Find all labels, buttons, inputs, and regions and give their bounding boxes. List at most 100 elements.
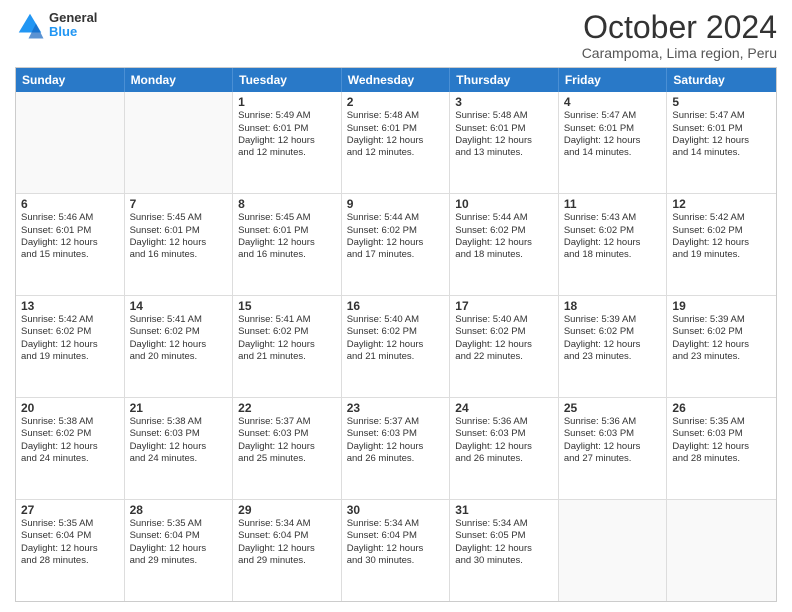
calendar-cell: 6Sunrise: 5:46 AM Sunset: 6:01 PM Daylig… [16,194,125,295]
calendar-week-5: 27Sunrise: 5:35 AM Sunset: 6:04 PM Dayli… [16,500,776,601]
header-day-friday: Friday [559,68,668,92]
calendar-cell [559,500,668,601]
calendar-cell: 29Sunrise: 5:34 AM Sunset: 6:04 PM Dayli… [233,500,342,601]
day-number: 16 [347,299,445,313]
cell-info: Sunrise: 5:40 AM Sunset: 6:02 PM Dayligh… [455,314,553,363]
calendar-cell: 3Sunrise: 5:48 AM Sunset: 6:01 PM Daylig… [450,92,559,193]
day-number: 15 [238,299,336,313]
calendar-header: SundayMondayTuesdayWednesdayThursdayFrid… [16,68,776,92]
day-number: 11 [564,197,662,211]
day-number: 1 [238,95,336,109]
calendar-cell [667,500,776,601]
day-number: 19 [672,299,771,313]
header-day-thursday: Thursday [450,68,559,92]
calendar-cell: 12Sunrise: 5:42 AM Sunset: 6:02 PM Dayli… [667,194,776,295]
day-number: 27 [21,503,119,517]
calendar-cell: 13Sunrise: 5:42 AM Sunset: 6:02 PM Dayli… [16,296,125,397]
day-number: 25 [564,401,662,415]
cell-info: Sunrise: 5:48 AM Sunset: 6:01 PM Dayligh… [347,110,445,159]
day-number: 24 [455,401,553,415]
calendar-week-2: 6Sunrise: 5:46 AM Sunset: 6:01 PM Daylig… [16,194,776,296]
location-subtitle: Carampoma, Lima region, Peru [582,45,777,61]
cell-info: Sunrise: 5:38 AM Sunset: 6:02 PM Dayligh… [21,416,119,465]
calendar-cell: 27Sunrise: 5:35 AM Sunset: 6:04 PM Dayli… [16,500,125,601]
day-number: 9 [347,197,445,211]
cell-info: Sunrise: 5:36 AM Sunset: 6:03 PM Dayligh… [564,416,662,465]
cell-info: Sunrise: 5:48 AM Sunset: 6:01 PM Dayligh… [455,110,553,159]
cell-info: Sunrise: 5:38 AM Sunset: 6:03 PM Dayligh… [130,416,228,465]
header-day-monday: Monday [125,68,234,92]
cell-info: Sunrise: 5:46 AM Sunset: 6:01 PM Dayligh… [21,212,119,261]
calendar-cell: 24Sunrise: 5:36 AM Sunset: 6:03 PM Dayli… [450,398,559,499]
month-title: October 2024 [582,10,777,45]
calendar-cell: 4Sunrise: 5:47 AM Sunset: 6:01 PM Daylig… [559,92,668,193]
cell-info: Sunrise: 5:47 AM Sunset: 6:01 PM Dayligh… [672,110,771,159]
header-day-saturday: Saturday [667,68,776,92]
cell-info: Sunrise: 5:44 AM Sunset: 6:02 PM Dayligh… [347,212,445,261]
cell-info: Sunrise: 5:45 AM Sunset: 6:01 PM Dayligh… [238,212,336,261]
calendar-cell: 9Sunrise: 5:44 AM Sunset: 6:02 PM Daylig… [342,194,451,295]
calendar-cell: 23Sunrise: 5:37 AM Sunset: 6:03 PM Dayli… [342,398,451,499]
cell-info: Sunrise: 5:49 AM Sunset: 6:01 PM Dayligh… [238,110,336,159]
page: General Blue October 2024 Carampoma, Lim… [0,0,792,612]
day-number: 20 [21,401,119,415]
calendar-cell: 19Sunrise: 5:39 AM Sunset: 6:02 PM Dayli… [667,296,776,397]
cell-info: Sunrise: 5:34 AM Sunset: 6:04 PM Dayligh… [347,518,445,567]
calendar-cell: 28Sunrise: 5:35 AM Sunset: 6:04 PM Dayli… [125,500,234,601]
calendar-cell: 18Sunrise: 5:39 AM Sunset: 6:02 PM Dayli… [559,296,668,397]
cell-info: Sunrise: 5:45 AM Sunset: 6:01 PM Dayligh… [130,212,228,261]
calendar-week-3: 13Sunrise: 5:42 AM Sunset: 6:02 PM Dayli… [16,296,776,398]
calendar-cell: 20Sunrise: 5:38 AM Sunset: 6:02 PM Dayli… [16,398,125,499]
day-number: 28 [130,503,228,517]
cell-info: Sunrise: 5:39 AM Sunset: 6:02 PM Dayligh… [672,314,771,363]
calendar-cell: 31Sunrise: 5:34 AM Sunset: 6:05 PM Dayli… [450,500,559,601]
logo-text: General Blue [49,11,97,40]
logo: General Blue [15,10,97,40]
day-number: 5 [672,95,771,109]
day-number: 7 [130,197,228,211]
header-day-sunday: Sunday [16,68,125,92]
calendar-cell: 5Sunrise: 5:47 AM Sunset: 6:01 PM Daylig… [667,92,776,193]
cell-info: Sunrise: 5:34 AM Sunset: 6:04 PM Dayligh… [238,518,336,567]
day-number: 17 [455,299,553,313]
day-number: 22 [238,401,336,415]
cell-info: Sunrise: 5:41 AM Sunset: 6:02 PM Dayligh… [238,314,336,363]
calendar-body: 1Sunrise: 5:49 AM Sunset: 6:01 PM Daylig… [16,92,776,601]
cell-info: Sunrise: 5:36 AM Sunset: 6:03 PM Dayligh… [455,416,553,465]
logo-icon [15,10,45,40]
day-number: 23 [347,401,445,415]
calendar-cell: 2Sunrise: 5:48 AM Sunset: 6:01 PM Daylig… [342,92,451,193]
cell-info: Sunrise: 5:39 AM Sunset: 6:02 PM Dayligh… [564,314,662,363]
day-number: 2 [347,95,445,109]
calendar-cell: 15Sunrise: 5:41 AM Sunset: 6:02 PM Dayli… [233,296,342,397]
day-number: 14 [130,299,228,313]
calendar: SundayMondayTuesdayWednesdayThursdayFrid… [15,67,777,602]
calendar-cell: 14Sunrise: 5:41 AM Sunset: 6:02 PM Dayli… [125,296,234,397]
cell-info: Sunrise: 5:35 AM Sunset: 6:04 PM Dayligh… [130,518,228,567]
calendar-cell: 8Sunrise: 5:45 AM Sunset: 6:01 PM Daylig… [233,194,342,295]
cell-info: Sunrise: 5:42 AM Sunset: 6:02 PM Dayligh… [21,314,119,363]
calendar-cell: 10Sunrise: 5:44 AM Sunset: 6:02 PM Dayli… [450,194,559,295]
cell-info: Sunrise: 5:44 AM Sunset: 6:02 PM Dayligh… [455,212,553,261]
calendar-week-1: 1Sunrise: 5:49 AM Sunset: 6:01 PM Daylig… [16,92,776,194]
cell-info: Sunrise: 5:34 AM Sunset: 6:05 PM Dayligh… [455,518,553,567]
day-number: 6 [21,197,119,211]
calendar-cell: 25Sunrise: 5:36 AM Sunset: 6:03 PM Dayli… [559,398,668,499]
day-number: 18 [564,299,662,313]
cell-info: Sunrise: 5:37 AM Sunset: 6:03 PM Dayligh… [347,416,445,465]
calendar-cell: 21Sunrise: 5:38 AM Sunset: 6:03 PM Dayli… [125,398,234,499]
cell-info: Sunrise: 5:37 AM Sunset: 6:03 PM Dayligh… [238,416,336,465]
day-number: 3 [455,95,553,109]
calendar-cell: 1Sunrise: 5:49 AM Sunset: 6:01 PM Daylig… [233,92,342,193]
calendar-cell: 17Sunrise: 5:40 AM Sunset: 6:02 PM Dayli… [450,296,559,397]
cell-info: Sunrise: 5:35 AM Sunset: 6:04 PM Dayligh… [21,518,119,567]
day-number: 30 [347,503,445,517]
calendar-cell: 11Sunrise: 5:43 AM Sunset: 6:02 PM Dayli… [559,194,668,295]
calendar-cell [125,92,234,193]
day-number: 31 [455,503,553,517]
day-number: 8 [238,197,336,211]
cell-info: Sunrise: 5:42 AM Sunset: 6:02 PM Dayligh… [672,212,771,261]
day-number: 10 [455,197,553,211]
calendar-cell: 30Sunrise: 5:34 AM Sunset: 6:04 PM Dayli… [342,500,451,601]
header: General Blue October 2024 Carampoma, Lim… [15,10,777,61]
